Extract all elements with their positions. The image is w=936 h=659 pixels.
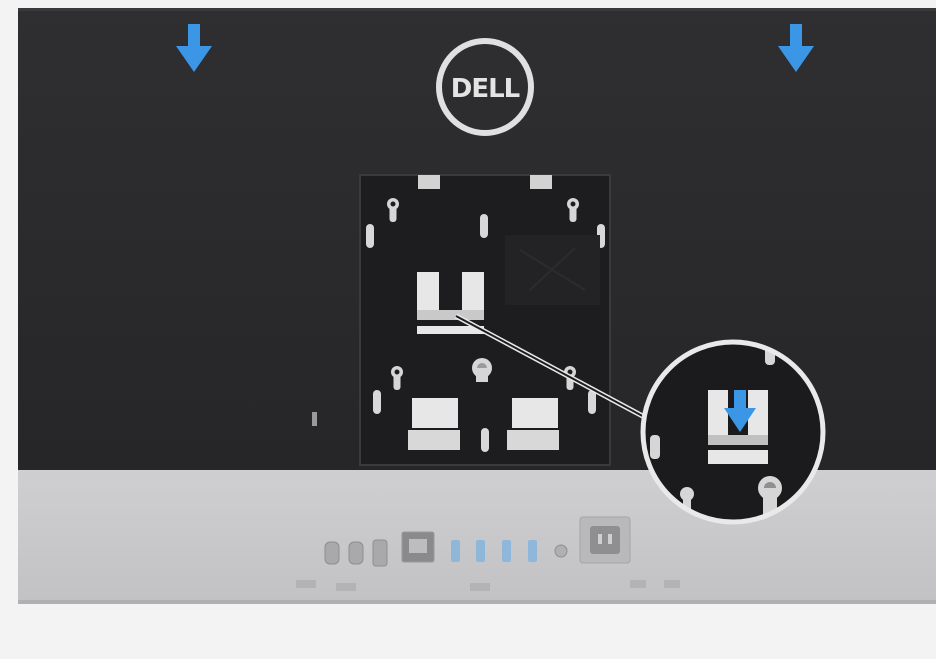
product-illustration: DELL [18,8,936,604]
svg-text:DELL: DELL [451,74,520,104]
